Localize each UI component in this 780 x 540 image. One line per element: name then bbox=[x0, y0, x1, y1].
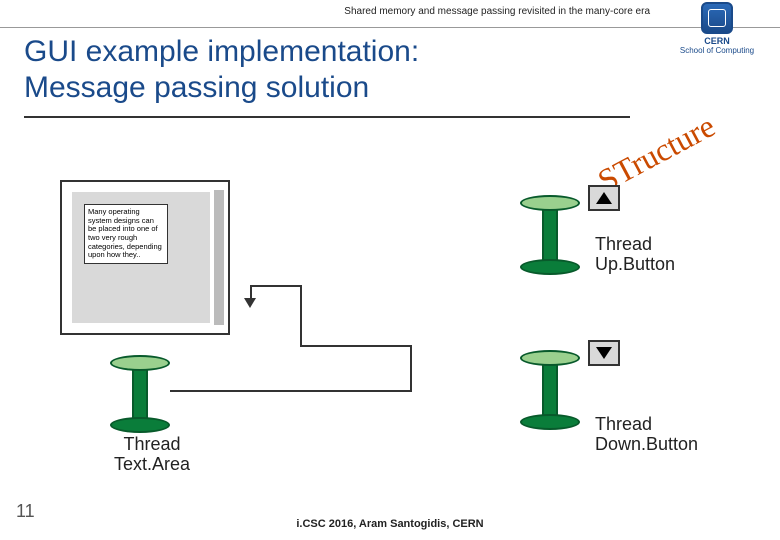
cern-logo: CERN School of Computing bbox=[662, 2, 772, 52]
thread-stem-icon bbox=[542, 203, 558, 265]
thread-textarea-label-2: Text.Area bbox=[92, 455, 212, 475]
thread-stem-icon bbox=[542, 358, 558, 420]
thread-down-shape bbox=[520, 350, 580, 436]
up-arrow-button bbox=[588, 185, 620, 211]
connector-arrowhead-icon bbox=[244, 298, 256, 308]
connector-line bbox=[250, 285, 302, 287]
connector-line bbox=[300, 285, 302, 347]
thread-down-label: Thread Down.Button bbox=[595, 415, 698, 455]
connector-line bbox=[410, 345, 412, 392]
logo-sub: School of Computing bbox=[662, 47, 772, 56]
logo-badge-icon bbox=[701, 2, 733, 34]
thread-up-label-1: Thread bbox=[595, 235, 675, 255]
thread-up-label-2: Up.Button bbox=[595, 255, 675, 275]
header-topic: Shared memory and message passing revisi… bbox=[344, 6, 650, 17]
thread-textarea-label: Thread Text.Area bbox=[92, 435, 212, 475]
thread-cap-icon bbox=[520, 350, 580, 366]
down-arrow-button bbox=[588, 340, 620, 366]
title-line-2: Message passing solution bbox=[24, 70, 630, 106]
thread-stem-icon bbox=[132, 363, 148, 423]
thread-up-shape bbox=[520, 195, 580, 281]
thread-base-icon bbox=[520, 259, 580, 275]
thread-cap-icon bbox=[520, 195, 580, 211]
connector-line bbox=[300, 345, 412, 347]
title-line-1: GUI example implementation: bbox=[24, 34, 630, 70]
footer-credit: i.CSC 2016, Aram Santogidis, CERN bbox=[0, 518, 780, 530]
thread-down-label-2: Down.Button bbox=[595, 435, 698, 455]
thread-textarea-label-1: Thread bbox=[92, 435, 212, 455]
textarea-widget: Many operating system designs can be pla… bbox=[60, 180, 230, 335]
connector-line bbox=[170, 390, 410, 392]
thread-down-label-1: Thread bbox=[595, 415, 698, 435]
thread-base-icon bbox=[110, 417, 170, 433]
thread-up-label: Thread Up.Button bbox=[595, 235, 675, 275]
textarea-sample-text: Many operating system designs can be pla… bbox=[84, 204, 168, 264]
thread-base-icon bbox=[520, 414, 580, 430]
logo-org: CERN bbox=[662, 36, 772, 46]
scrollbar-icon bbox=[214, 190, 224, 325]
slide-title: GUI example implementation: Message pass… bbox=[24, 34, 630, 118]
diagram-area: STructure Many operating system designs … bbox=[40, 145, 740, 480]
thread-cap-icon bbox=[110, 355, 170, 371]
thread-textarea-shape bbox=[110, 355, 170, 439]
